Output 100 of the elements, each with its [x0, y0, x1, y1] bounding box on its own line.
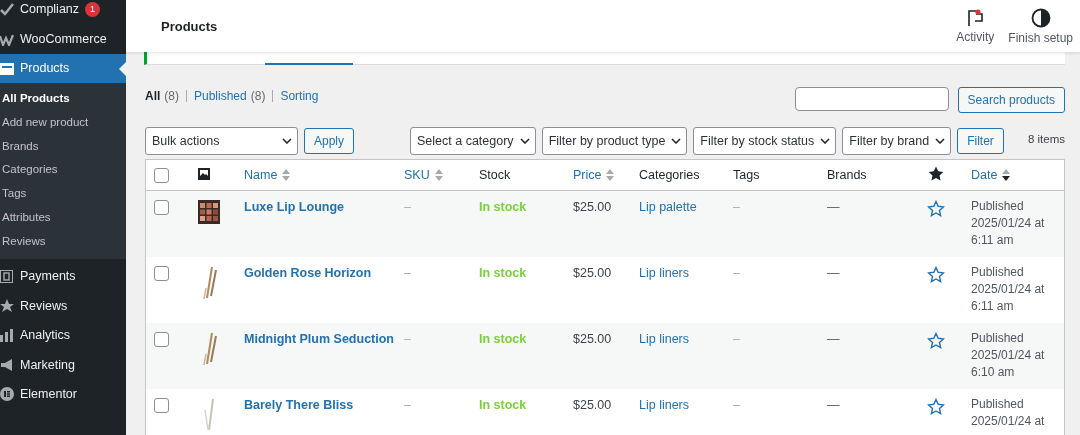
checkbox[interactable] — [154, 332, 169, 348]
chevron-icon — [935, 138, 946, 144]
page-title: Products — [160, 18, 218, 34]
product-name-link[interactable]: Golden Rose Horizon — [244, 266, 372, 280]
featured-toggle[interactable] — [927, 398, 945, 416]
product-name-link[interactable]: Luxe Lip Lounge — [244, 200, 344, 214]
price-cell: $25.00 — [573, 200, 612, 214]
product-name-link[interactable]: Midnight Plum Seduction — [244, 332, 394, 346]
chevron-icon — [519, 138, 530, 144]
date-cell-text: Published 2025/01/24 at 6:11 am — [971, 264, 1046, 315]
sidebar-item[interactable]: Payments — [0, 261, 126, 292]
dropdown-select[interactable]: Filter by product type — [541, 127, 688, 155]
submenu-item[interactable]: Attributes — [0, 206, 126, 230]
featured-toggle[interactable] — [927, 266, 945, 284]
star-icon — [927, 266, 945, 284]
submenu-item[interactable]: Categories — [0, 158, 126, 183]
tags-cell: – — [733, 332, 740, 346]
tags-cell: – — [733, 266, 740, 280]
product-name-link[interactable]: Barely There Bliss — [244, 398, 354, 412]
submenu-item[interactable]: Tags — [0, 182, 126, 206]
column-header: Stock — [479, 168, 511, 182]
column-header: Categories — [639, 168, 700, 182]
category-link[interactable]: Lip liners — [639, 266, 690, 280]
search-field[interactable] — [794, 87, 949, 111]
search-button[interactable]: Search products — [957, 87, 1065, 113]
brands-cell: — — [827, 398, 840, 412]
chevron-icon — [820, 138, 831, 144]
submenu-item[interactable]: Add new product — [0, 110, 126, 135]
brands-cell: — — [827, 200, 840, 214]
column-sort-link[interactable]: SKU — [404, 168, 443, 182]
checkbox[interactable] — [154, 266, 169, 282]
sort-arrows-icon — [1002, 169, 1011, 181]
dropdown-select[interactable]: Filter by brand — [842, 127, 952, 155]
checkbox[interactable] — [154, 398, 169, 414]
status-link[interactable]: All — [145, 89, 161, 103]
check-icon — [0, 2, 14, 16]
item-count: (8) — [250, 89, 266, 103]
star-icon — [0, 298, 14, 313]
image-icon — [198, 167, 210, 180]
featured-toggle[interactable] — [927, 332, 945, 350]
sidebar-item[interactable]: WooCommerce — [0, 24, 126, 54]
box-icon — [0, 61, 14, 76]
sort-arrows-icon — [434, 169, 443, 181]
sort-arrows-icon — [606, 169, 615, 181]
category-link[interactable]: Lip liners — [639, 398, 690, 412]
brands-cell: — — [827, 332, 840, 346]
sku-cell: – — [404, 332, 411, 346]
tags-cell: – — [733, 398, 740, 412]
column-sort-link[interactable]: Name — [244, 168, 291, 182]
sidebar-item[interactable]: Products — [0, 53, 126, 83]
chevron-icon — [282, 138, 292, 144]
bar-chart-icon — [0, 328, 14, 343]
date-cell-text: Published 2025/01/24 at 6:11 am — [971, 198, 1046, 249]
sidebar-item[interactable]: Reviews — [0, 291, 126, 321]
stock-status: In stock — [479, 332, 527, 346]
featured-toggle[interactable] — [927, 200, 945, 218]
submenu-item[interactable]: Reviews — [0, 229, 126, 254]
item-total: 8 items — [1027, 133, 1065, 147]
apply-button[interactable]: Apply — [304, 128, 355, 154]
sku-cell: – — [404, 266, 411, 280]
column-sort-link[interactable]: Price — [573, 168, 615, 182]
status-link[interactable]: Sorting — [280, 89, 319, 103]
dropdown-select[interactable]: Filter by stock status — [693, 127, 837, 155]
half-circle-icon — [1030, 7, 1051, 28]
submenu-item[interactable]: Brands — [0, 134, 126, 159]
header-action-button[interactable]: Finish setup — [1001, 0, 1080, 52]
category-link[interactable]: Lip palette — [639, 200, 697, 214]
price-cell: $25.00 — [573, 266, 612, 280]
status-link[interactable]: Published — [194, 89, 247, 103]
item-count: (8) — [164, 89, 179, 103]
column-sort-link[interactable]: Date — [971, 168, 1011, 182]
date-cell-text: Published 2025/01/24 at 6:10 am — [971, 330, 1046, 381]
checkbox[interactable] — [154, 200, 169, 216]
star-icon — [927, 200, 945, 218]
star-icon — [927, 398, 945, 416]
stock-status: In stock — [479, 200, 527, 214]
stock-status: In stock — [479, 398, 527, 412]
sidebar-item[interactable]: Analytics — [0, 320, 126, 351]
sidebar-item[interactable]: Marketing — [0, 350, 126, 380]
tags-cell: – — [733, 200, 740, 214]
stock-status: In stock — [479, 266, 527, 280]
column-header: Tags — [733, 168, 760, 182]
brands-cell: — — [827, 266, 840, 280]
header-action-button[interactable]: Activity — [949, 0, 1002, 52]
sort-arrows-icon — [282, 169, 291, 181]
sidebar-item[interactable]: Elementor — [0, 379, 126, 410]
dropdown-select[interactable]: Select a category — [410, 127, 536, 155]
dropdown-select[interactable]: Bulk actions — [145, 127, 298, 155]
sidebar-item[interactable]: Complianz 1 — [0, 0, 126, 24]
price-cell: $25.00 — [573, 398, 612, 412]
sku-cell: – — [404, 200, 411, 214]
count-badge: 1 — [85, 2, 101, 17]
price-cell: $25.00 — [573, 332, 612, 346]
filter-button[interactable]: Filter — [957, 128, 1004, 154]
date-cell-text: Published 2025/01/24 at — [971, 396, 1046, 430]
chevron-icon — [671, 138, 682, 144]
submenu-item[interactable]: All Products — [0, 87, 126, 111]
flag-icon — [967, 8, 984, 27]
checkbox[interactable] — [154, 167, 169, 183]
category-link[interactable]: Lip liners — [639, 332, 690, 346]
